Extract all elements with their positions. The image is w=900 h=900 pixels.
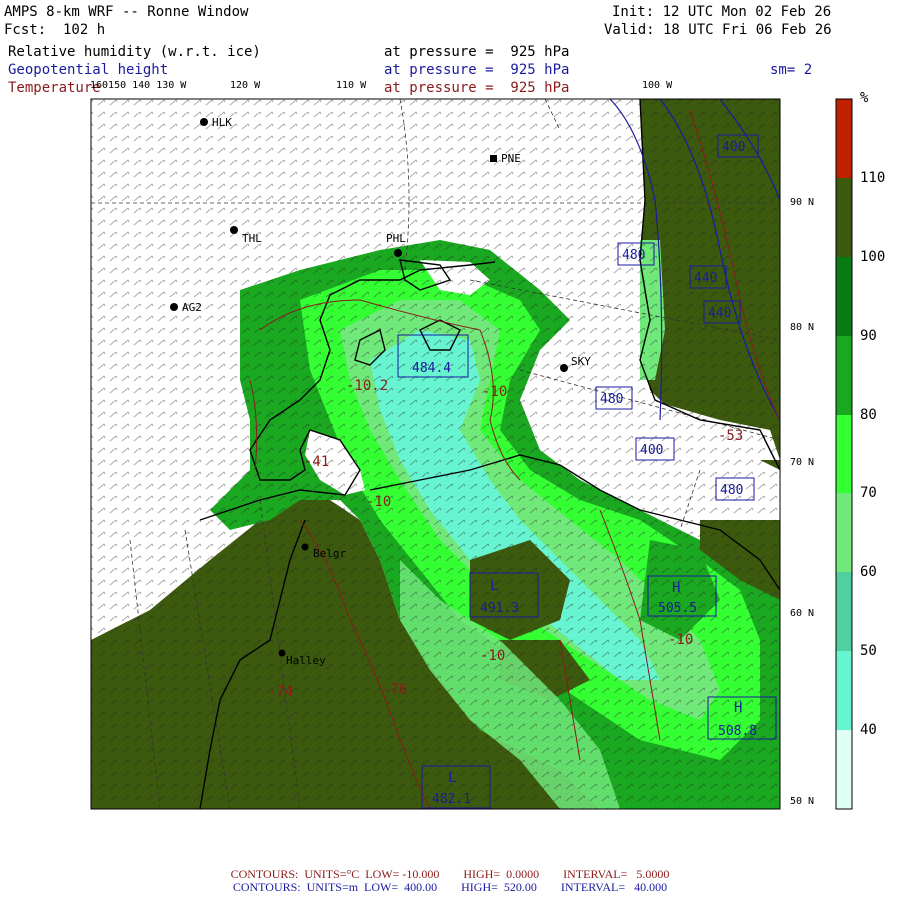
colorbar-tick: 100	[860, 249, 886, 265]
low-center-label: L	[490, 578, 498, 594]
colorbar-tick: 90	[860, 328, 877, 344]
colorbar-segment	[836, 99, 852, 178]
station-phl-marker	[394, 249, 402, 257]
colorbar-segment	[836, 493, 852, 572]
colorbar-unit: %	[860, 90, 869, 106]
weather-map: HLK PNE PHL THL AG2 SKY Belgr Halley 480…	[90, 98, 853, 810]
height-box-label: 440	[694, 271, 717, 286]
station-label: PNE	[501, 152, 521, 165]
temperature-label: -10	[480, 648, 505, 664]
colorbar-segment	[836, 730, 852, 809]
height-box-label: 400	[722, 140, 745, 155]
colorbar-segment	[836, 178, 852, 257]
station-label: PHL	[386, 232, 406, 245]
temperature-label: -10	[366, 494, 391, 510]
height-box-label: 484.4	[412, 361, 451, 376]
colorbar-segment	[836, 257, 852, 336]
height-box-label: 480	[622, 248, 645, 263]
station-sky-marker	[560, 364, 568, 372]
height-box-label: 400	[640, 443, 663, 458]
lat-label-70: 70 N	[790, 457, 815, 468]
height-box-label: 491.3	[480, 601, 519, 616]
station-label: SKY	[571, 355, 591, 368]
temperature-label: -10	[482, 384, 507, 400]
temperature-label: -76	[382, 682, 407, 698]
high-center-label: H	[734, 700, 742, 716]
lat-label-60: 60 N	[790, 608, 815, 619]
station-thl-marker	[230, 226, 238, 234]
colorbar	[835, 98, 853, 810]
height-box-label: 482.1	[432, 792, 471, 807]
temperature-label: -10	[668, 632, 693, 648]
colorbar-tick: 80	[860, 407, 877, 423]
high-center-label: H	[672, 580, 680, 596]
station-label: AG2	[182, 301, 202, 314]
lat-label-50: 50 N	[790, 796, 815, 807]
station-belgr-marker	[301, 543, 309, 551]
footer-height-contours: CONTOURS: UNITS=m LOW= 400.00 HIGH= 520.…	[232, 880, 668, 894]
station-halley-marker	[278, 649, 286, 657]
humidity-field	[91, 99, 780, 809]
colorbar-segment	[836, 572, 852, 651]
station-label: Halley	[286, 654, 326, 667]
colorbar-segment	[836, 336, 852, 415]
temperature-label: -74	[268, 684, 293, 700]
colorbar-tick: 40	[860, 722, 877, 738]
station-pne-marker	[490, 155, 497, 162]
colorbar-tick: 110	[860, 170, 886, 186]
temperature-label: -41	[304, 454, 329, 470]
colorbar-tick: 70	[860, 485, 877, 501]
colorbar-tick: 50	[860, 643, 877, 659]
height-box-label: 480	[720, 483, 743, 498]
temperature-label: -53	[718, 428, 743, 444]
height-box-label: 508.8	[718, 724, 757, 739]
height-box-label: 505.5	[658, 601, 697, 616]
colorbar-segment	[836, 415, 852, 493]
station-label: Belgr	[313, 547, 346, 560]
station-ag2-marker	[170, 303, 178, 311]
lat-label-80: 80 N	[790, 322, 815, 333]
lat-label-90: 90 N	[790, 197, 815, 208]
station-hlk-marker	[200, 118, 208, 126]
height-box-label: 480	[600, 392, 623, 407]
height-box-label: 440	[708, 306, 731, 321]
low-center-label: L	[448, 770, 456, 786]
colorbar-segment	[836, 651, 852, 730]
temperature-label: -10.2	[346, 378, 388, 394]
colorbar-tick: 60	[860, 564, 877, 580]
station-label: THL	[242, 232, 262, 245]
station-label: HLK	[212, 116, 232, 129]
